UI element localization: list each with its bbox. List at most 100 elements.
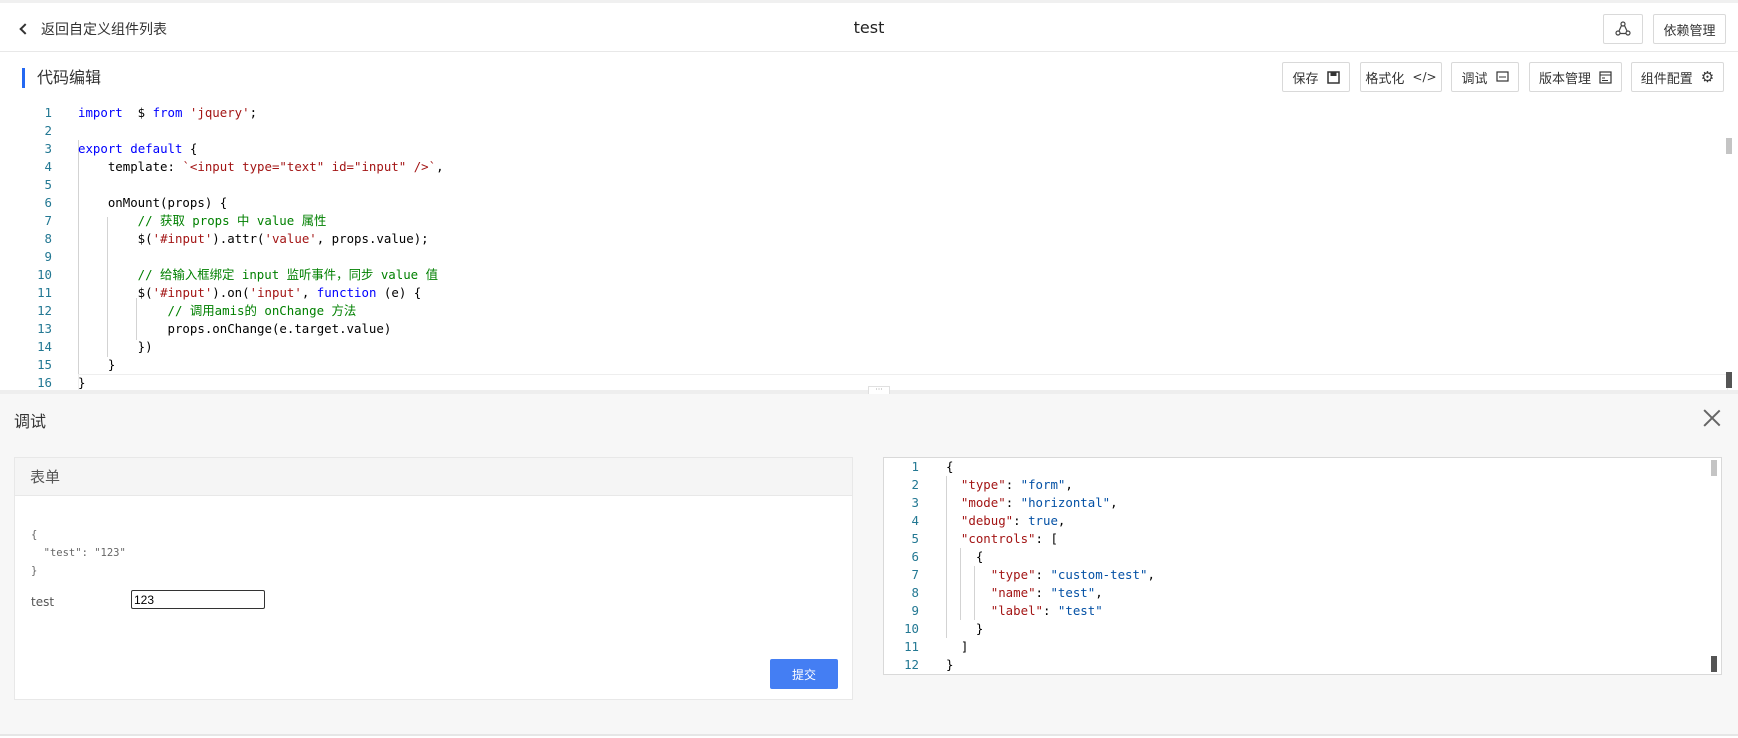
- version-icon: [1599, 70, 1612, 84]
- share-button[interactable]: [1603, 14, 1643, 44]
- component-config-button[interactable]: 组件配置 ⚙: [1631, 62, 1724, 92]
- code-line: 7 // 获取 props 中 value 属性: [0, 212, 1720, 230]
- line-text: export default {: [78, 141, 198, 156]
- line-text: onMount(props) {: [78, 195, 228, 210]
- bottom-divider: [0, 734, 1738, 736]
- line-number: 2: [911, 477, 919, 492]
- line-number: 12: [37, 303, 52, 318]
- line-text: "mode": "horizontal",: [960, 495, 1118, 510]
- line-text: }): [78, 339, 153, 354]
- line-number: 10: [37, 267, 52, 282]
- line-text: }: [78, 375, 86, 390]
- line-number: 4: [911, 513, 919, 528]
- save-button[interactable]: 保存: [1282, 62, 1350, 92]
- code-icon: </>: [1412, 70, 1437, 84]
- code-editor[interactable]: 1 import $ from 'jquery'; 2 3 export default…: [0, 104, 1738, 390]
- line-number: 16: [37, 375, 52, 390]
- top-bar: 返回自定义组件列表 test 依赖管理: [0, 0, 1738, 52]
- save-button-label: 保存: [1292, 71, 1319, 87]
- line-number: 3: [911, 495, 919, 510]
- line-text: import $ from 'jquery';: [78, 105, 258, 120]
- code-line: 6 {: [884, 548, 1721, 566]
- submit-button[interactable]: 提交: [770, 659, 838, 689]
- line-number: 8: [911, 585, 919, 600]
- line-text: $('#input').attr('value', props.value);: [78, 231, 429, 246]
- line-number: 12: [904, 657, 919, 672]
- editor-scrollbar[interactable]: [1726, 138, 1732, 154]
- debug-button-label: 调试: [1461, 71, 1488, 87]
- form-panel-title: 表单: [15, 458, 852, 496]
- dependency-management-button[interactable]: 依赖管理: [1653, 14, 1726, 44]
- line-text: }: [78, 357, 116, 372]
- line-text: }: [946, 621, 984, 636]
- code-line: 9 "label": "test": [884, 602, 1721, 620]
- code-line: 1 import $ from 'jquery';: [0, 104, 1720, 122]
- component-config-label: 组件配置: [1640, 71, 1693, 87]
- version-management-button[interactable]: 版本管理: [1529, 62, 1622, 92]
- line-number: 5: [911, 531, 919, 546]
- line-number: 4: [44, 159, 52, 174]
- code-line: 5 "controls": [: [884, 530, 1721, 548]
- line-number: 6: [44, 195, 52, 210]
- code-line: 2 "type": "form",: [884, 476, 1721, 494]
- line-number: 2: [44, 123, 52, 138]
- code-line: 1{: [884, 458, 1721, 476]
- line-text: props.onChange(e.target.value): [78, 321, 392, 336]
- format-button-label: 格式化: [1365, 71, 1405, 87]
- page-title: test: [853, 18, 885, 37]
- line-number: 5: [44, 177, 52, 192]
- line-text: {: [946, 459, 954, 474]
- code-line: 15 }: [0, 356, 1720, 374]
- line-number: 8: [44, 231, 52, 246]
- code-line: 13 props.onChange(e.target.value): [0, 320, 1720, 338]
- line-number: 15: [37, 357, 52, 372]
- line-number: 3: [44, 141, 52, 156]
- line-text: $('#input').on('input', function (e) {: [78, 285, 422, 300]
- line-number: 11: [37, 285, 52, 300]
- code-line: 7 "type": "custom-test",: [884, 566, 1721, 584]
- code-line: 3 "mode": "horizontal",: [884, 494, 1721, 512]
- version-management-label: 版本管理: [1538, 71, 1591, 87]
- line-text: "controls": [: [960, 531, 1058, 546]
- line-number: 11: [904, 639, 919, 654]
- line-number: 13: [37, 321, 52, 336]
- gear-icon: ⚙: [1700, 68, 1715, 86]
- form-preview-panel: 表单 { "test": "123" } test 提交: [14, 457, 853, 700]
- close-icon[interactable]: [1700, 406, 1724, 430]
- code-line: 16}: [0, 374, 1720, 390]
- code-line: 11 $('#input').on('input', function (e) …: [0, 284, 1720, 302]
- line-text: "label": "test": [990, 603, 1103, 618]
- code-line: 10 // 给输入框绑定 input 监听事件，同步 value 值: [0, 266, 1720, 284]
- line-text: // 给输入框绑定 input 监听事件，同步 value 值: [78, 267, 438, 282]
- schema-json-editor[interactable]: 1{2 "type": "form", 3 "mode": "horizontal…: [883, 457, 1722, 675]
- line-text: {: [946, 549, 984, 564]
- debug-panel-title: 调试: [14, 412, 47, 431]
- code-line: 12 // 调用amis的 onChange 方法: [0, 302, 1720, 320]
- code-line: 11 ]: [884, 638, 1721, 656]
- code-section-header: 代码编辑 保存 格式化 </> 调试 版本管理 组件配置 ⚙: [0, 52, 1738, 104]
- code-line: 8 "name": "test",: [884, 584, 1721, 602]
- line-number: 9: [911, 603, 919, 618]
- line-number: 1: [44, 105, 52, 120]
- code-line: 6 onMount(props) {: [0, 194, 1720, 212]
- line-number: 7: [911, 567, 919, 582]
- format-button[interactable]: 格式化 </>: [1360, 62, 1442, 92]
- code-line: 4 template: `<input type="text" id="inpu…: [0, 158, 1720, 176]
- line-number: 9: [44, 249, 52, 264]
- line-number: 7: [44, 213, 52, 228]
- line-text: // 获取 props 中 value 属性: [78, 213, 327, 228]
- line-text: template: `<input type="text" id="input"…: [78, 159, 444, 174]
- debug-panel-header: 调试: [0, 394, 1738, 442]
- code-line: 5: [0, 176, 1720, 194]
- code-line: 8 $('#input').attr('value', props.value)…: [0, 230, 1720, 248]
- test-field-label: test: [31, 595, 55, 609]
- line-text: ]: [946, 639, 969, 654]
- code-line: 14 }): [0, 338, 1720, 356]
- line-text: "type": "custom-test",: [990, 567, 1155, 582]
- editor-scrollbar-thumb[interactable]: [1726, 372, 1732, 388]
- share-icon: [1615, 21, 1631, 36]
- debug-button[interactable]: 调试: [1451, 62, 1519, 92]
- line-text: "name": "test",: [990, 585, 1103, 600]
- test-input[interactable]: [131, 590, 265, 609]
- code-line: 2: [0, 122, 1720, 140]
